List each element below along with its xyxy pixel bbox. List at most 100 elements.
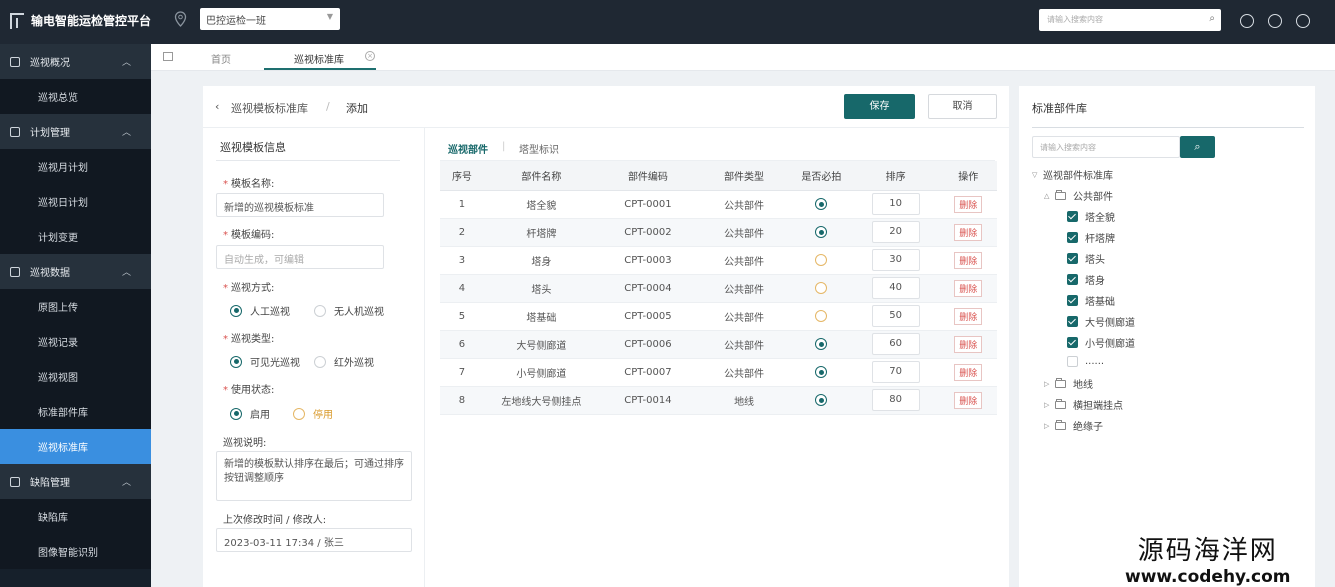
cancel-button[interactable]: 取消 — [928, 94, 997, 119]
checkbox-checked-icon[interactable] — [1067, 337, 1078, 348]
global-search-input[interactable]: 请输入搜索内容 ⌕ — [1039, 9, 1221, 31]
tree-group[interactable]: ▷ 绝缘子 — [1044, 418, 1103, 433]
tree-leaf[interactable]: 塔全貌 — [1067, 209, 1115, 224]
delete-button[interactable]: 删除 — [954, 335, 983, 353]
checkbox-checked-icon[interactable] — [1067, 211, 1078, 222]
sidebar-item-upload[interactable]: 原图上传 — [0, 289, 151, 324]
tab-standard-library[interactable]: 巡视标准库 — [294, 51, 344, 66]
radio-unselected-icon[interactable] — [815, 282, 828, 294]
template-name-input[interactable]: 新增的巡视模板标准 — [216, 193, 384, 217]
template-code-input[interactable]: 自动生成，可编辑 — [216, 245, 384, 269]
cell-code: CPT-0005 — [598, 302, 698, 331]
radio-unselected-icon[interactable] — [815, 310, 828, 322]
checkbox-checked-icon[interactable] — [1067, 316, 1078, 327]
sidebar-group-defect[interactable]: 缺陷管理 ︿ — [0, 464, 151, 499]
settings-icon[interactable] — [1240, 14, 1254, 28]
tree-leaf[interactable]: 杆塔牌 — [1067, 230, 1115, 245]
back-icon[interactable]: ‹ — [215, 100, 219, 113]
checkbox-checked-icon[interactable] — [1067, 295, 1078, 306]
checkbox-checked-icon[interactable] — [1067, 253, 1078, 264]
team-select[interactable]: 巴控运检一班 ▼ — [200, 8, 340, 30]
logout-icon[interactable] — [1268, 14, 1282, 28]
radio-enabled[interactable]: 启用 — [230, 406, 270, 421]
delete-button[interactable]: 删除 — [954, 195, 983, 213]
delete-button[interactable]: 删除 — [954, 279, 983, 297]
radio-manual[interactable]: 人工巡视 — [230, 303, 290, 318]
radio-visible-light[interactable]: 可见光巡视 — [230, 354, 300, 369]
tree-leaf[interactable]: 塔身 — [1067, 272, 1105, 287]
sidebar-group-data[interactable]: 巡视数据 ︿ — [0, 254, 151, 289]
tree-group-public[interactable]: △ 公共部件 — [1044, 188, 1113, 203]
library-search-input[interactable]: 请输入搜索内容 — [1032, 136, 1180, 158]
sidebar-item-standard-library[interactable]: 巡视标准库 — [0, 429, 151, 464]
tree-leaf-label: 塔基础 — [1085, 297, 1115, 308]
sidebar-group-label: 巡视数据 — [30, 268, 70, 279]
radio-drone[interactable]: 无人机巡视 — [314, 303, 384, 318]
chevron-up-icon: ︿ — [121, 268, 131, 278]
radio-selected-icon[interactable] — [815, 198, 828, 210]
user-icon[interactable] — [1296, 14, 1310, 28]
delete-button[interactable]: 删除 — [954, 391, 983, 409]
sidebar-item-patrol-overview[interactable]: 巡视总览 — [0, 79, 151, 114]
delete-button[interactable]: 删除 — [954, 363, 983, 381]
sidebar-item-monthly-plan[interactable]: 巡视月计划 — [0, 149, 151, 184]
radio-unselected-icon — [314, 355, 326, 368]
subtab-patrol-parts[interactable]: 巡视部件 — [448, 141, 488, 156]
library-search-button[interactable]: ⌕ — [1180, 136, 1215, 158]
sidebar-group-overview[interactable]: 巡视概况 ︿ — [0, 44, 151, 79]
search-icon[interactable]: ⌕ — [1209, 13, 1215, 24]
radio-infrared[interactable]: 红外巡视 — [314, 354, 374, 369]
radio-selected-icon[interactable] — [815, 338, 828, 350]
tab-home[interactable]: 首页 — [211, 51, 231, 66]
breadcrumb-current: 添加 — [346, 102, 368, 115]
checkbox-checked-icon[interactable] — [1067, 232, 1078, 243]
breadcrumb-parent[interactable]: 巡视模板标准库 — [231, 100, 308, 116]
template-info-panel: 巡视模板信息 * 模板名称: 新增的巡视模板标准 * 模板编码: 自动生成，可编辑 … — [203, 128, 425, 587]
order-input[interactable]: 70 — [871, 361, 920, 383]
sidebar-group-plan[interactable]: 计划管理 ︿ — [0, 114, 151, 149]
tree-group[interactable]: ▷ 地线 — [1044, 376, 1093, 391]
order-input[interactable]: 10 — [871, 193, 920, 215]
sidebar-item-part-library[interactable]: 标准部件库 — [0, 394, 151, 429]
delete-button[interactable]: 删除 — [954, 307, 983, 325]
sidebar-item-daily-plan[interactable]: 巡视日计划 — [0, 184, 151, 219]
cell-no: 4 — [440, 274, 484, 303]
checkbox-unchecked-icon[interactable] — [1067, 356, 1078, 367]
sidebar-item-defect-library[interactable]: 缺陷库 — [0, 499, 151, 534]
expand-arrow-icon: ▷ — [1044, 400, 1050, 409]
sidebar-item-view[interactable]: 巡视视图 — [0, 359, 151, 394]
order-input[interactable]: 20 — [871, 221, 920, 243]
order-input[interactable]: 30 — [871, 249, 920, 271]
tree-leaf[interactable]: 塔基础 — [1067, 293, 1115, 308]
delete-button[interactable]: 删除 — [954, 223, 983, 241]
radio-selected-icon[interactable] — [815, 366, 828, 378]
collapse-sidebar-icon[interactable] — [163, 52, 173, 61]
checkbox-checked-icon[interactable] — [1067, 274, 1078, 285]
tree-root[interactable]: ▽ 巡视部件标准库 — [1032, 167, 1113, 183]
folder-icon — [1055, 398, 1066, 409]
close-icon[interactable]: × — [365, 51, 375, 61]
radio-unselected-icon[interactable] — [815, 254, 828, 266]
tree-leaf[interactable]: 小号侧廊道 — [1067, 335, 1135, 350]
cell-required — [791, 274, 852, 303]
save-button[interactable]: 保存 — [844, 94, 915, 119]
tree-leaf[interactable]: 塔头 — [1067, 251, 1105, 266]
sidebar-item-image-recognition[interactable]: 图像智能识别 — [0, 534, 151, 569]
sidebar-item-records[interactable]: 巡视记录 — [0, 324, 151, 359]
tree-leaf-label: 塔头 — [1085, 255, 1105, 266]
tree-leaf[interactable]: 大号侧廊道 — [1067, 314, 1135, 329]
subtab-tower-marks[interactable]: 塔型标识 — [519, 141, 559, 156]
sidebar-item-plan-change[interactable]: 计划变更 — [0, 219, 151, 254]
order-input[interactable]: 50 — [871, 305, 920, 327]
order-input[interactable]: 80 — [871, 389, 920, 411]
tree-group[interactable]: ▷ 横担端挂点 — [1044, 397, 1123, 412]
order-input[interactable]: 40 — [871, 277, 920, 299]
radio-unselected-icon — [293, 407, 305, 420]
delete-button[interactable]: 删除 — [954, 251, 983, 269]
description-textarea[interactable]: 新增的模板默认排序在最后；可通过排序按钮调整顺序 — [216, 451, 412, 501]
radio-disabled[interactable]: 停用 — [293, 406, 333, 421]
radio-selected-icon[interactable] — [815, 394, 828, 406]
radio-selected-icon[interactable] — [815, 226, 828, 238]
cell-name: 塔基础 — [483, 302, 599, 331]
order-input[interactable]: 60 — [871, 333, 920, 355]
